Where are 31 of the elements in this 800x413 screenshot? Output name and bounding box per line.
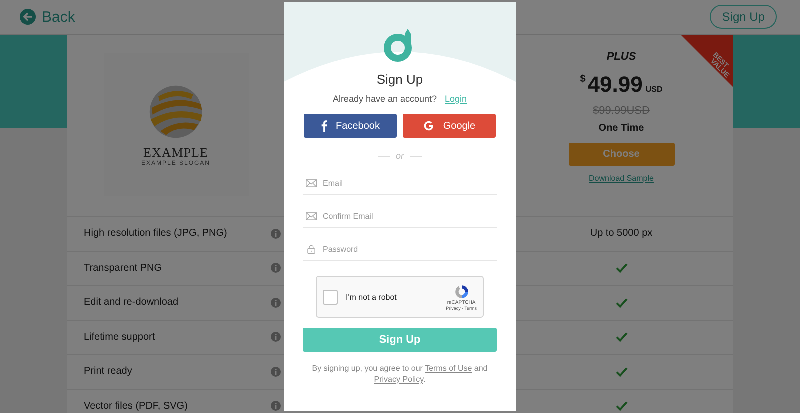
feature-label: Transparent PNG	[84, 262, 162, 274]
price-unit: USD	[646, 85, 663, 94]
feature-label: Vector files (PDF, SVG)	[84, 400, 188, 412]
payment-term: One Time	[598, 123, 644, 134]
back-link[interactable]: Back	[20, 8, 76, 26]
sign-up-submit-button[interactable]: Sign Up	[303, 328, 497, 352]
facebook-button[interactable]: Facebook	[304, 114, 397, 138]
terms-link[interactable]: Terms of Use	[425, 364, 472, 373]
sign-up-button[interactable]: Sign Up	[710, 5, 777, 29]
feature-label: Lifetime support	[84, 332, 156, 343]
input-field[interactable]: Email	[323, 179, 483, 188]
feature-label: Print ready	[84, 366, 132, 378]
choose-button[interactable]: Choose	[568, 143, 674, 166]
feature-label: Edit and re-download	[84, 297, 179, 308]
or-divider-text: or	[396, 151, 404, 161]
feature-value: Up to 5000 px	[590, 228, 653, 240]
google-button[interactable]: Google	[403, 114, 496, 138]
terms-notice: By signing up, you agree to our Terms of Use and Privacy Policy.	[311, 363, 489, 385]
plan-name: PLUS	[606, 51, 636, 63]
download-sample-link[interactable]: Download Sample	[589, 174, 654, 183]
login-link[interactable]: Login	[445, 94, 468, 104]
input-field[interactable]: Confirm Email	[323, 212, 483, 221]
privacy-link[interactable]: Privacy Policy	[374, 375, 424, 384]
dialog-title: Sign Up	[376, 72, 424, 87]
currency-symbol: $	[580, 74, 586, 85]
account-prompt: Already have an account?	[332, 94, 438, 104]
price-amount: 49.99	[588, 72, 643, 98]
input-field[interactable]: Password	[323, 245, 483, 254]
logo-title: EXAMPLE	[144, 144, 208, 160]
captcha-label: I'm not a robot	[346, 292, 398, 302]
feature-label: High resolution files (JPG, PNG)	[84, 228, 228, 240]
